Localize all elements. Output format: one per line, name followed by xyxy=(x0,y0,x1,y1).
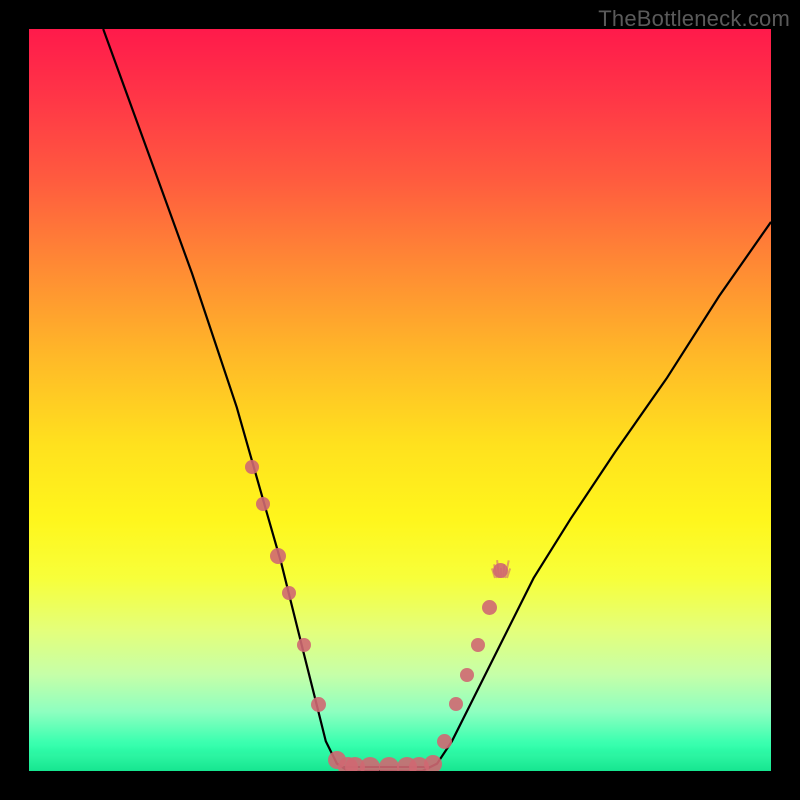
sample-marker xyxy=(424,755,442,771)
sample-marker xyxy=(437,734,452,749)
sample-marker xyxy=(379,757,399,771)
sample-marker xyxy=(297,638,311,652)
bottleneck-curve xyxy=(103,29,771,771)
sample-marker xyxy=(245,460,259,474)
sample-marker xyxy=(360,757,380,771)
sample-marker xyxy=(449,697,463,711)
chart-frame: TheBottleneck.com xyxy=(0,0,800,800)
sample-marker xyxy=(482,600,497,615)
sample-marker xyxy=(270,548,286,564)
sample-marker xyxy=(460,668,474,682)
plot-area xyxy=(29,29,771,771)
curve-layer xyxy=(29,29,771,771)
sample-marker xyxy=(282,586,296,600)
sample-marker xyxy=(311,697,326,712)
sample-marker xyxy=(256,497,270,511)
watermark-text: TheBottleneck.com xyxy=(598,6,790,32)
sample-marker xyxy=(471,638,485,652)
